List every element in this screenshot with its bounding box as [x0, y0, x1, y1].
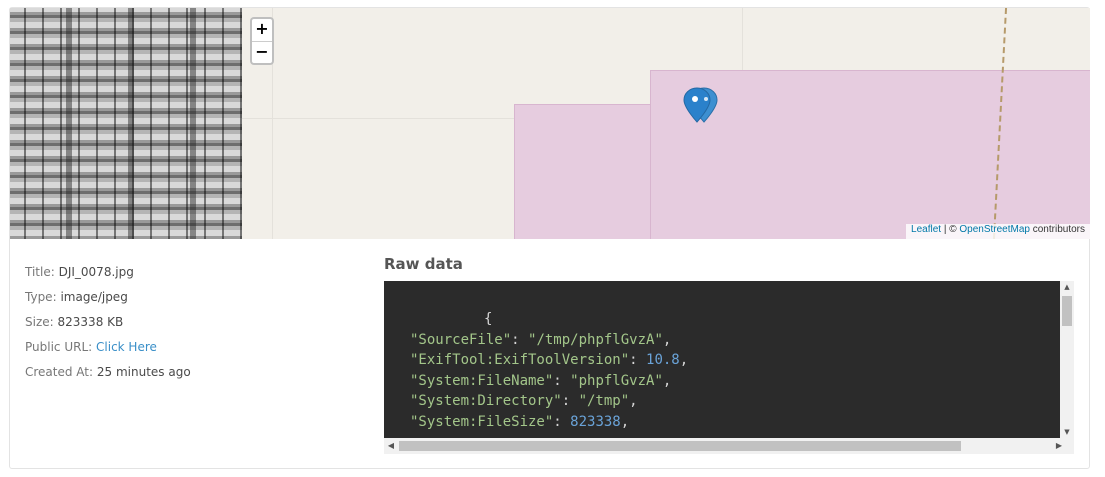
size-value: 823338 KB	[57, 315, 124, 329]
json-separator: :	[553, 413, 571, 430]
public-url-label: Public URL:	[25, 340, 93, 354]
vertical-scrollbar[interactable]: ▲ ▼	[1060, 281, 1074, 438]
location-map[interactable]: + − Leaflet | © OpenStreetMap contributo…	[242, 8, 1090, 239]
meta-title-row: Title: DJI_0078.jpg	[25, 260, 191, 285]
scroll-down-icon[interactable]: ▼	[1060, 426, 1074, 438]
raw-json-text: { "SourceFile": "/tmp/phpflGvzA", "ExifT…	[384, 309, 688, 432]
zoom-in-button[interactable]: +	[252, 19, 272, 41]
json-line: "ExifTool:ExifToolVersion": 10.8,	[410, 352, 689, 368]
map-landuse-zone	[514, 104, 654, 239]
image-thumbnail[interactable]	[10, 8, 242, 239]
raw-data-heading: Raw data	[384, 255, 463, 273]
json-value: "/tmp"	[578, 393, 630, 409]
json-separator: :	[553, 372, 571, 389]
json-open-brace: {	[484, 311, 493, 327]
json-value: "phpflGvzA"	[570, 372, 663, 389]
json-separator: :	[511, 331, 529, 348]
json-key: "ExifTool:ExifToolVersion"	[410, 352, 630, 368]
meta-created-row: Created At: 25 minutes ago	[25, 360, 191, 385]
title-label: Title:	[25, 265, 55, 279]
map-marker-icon[interactable]	[682, 86, 722, 126]
horizontal-scrollbar[interactable]: ◀ ▶	[384, 438, 1074, 454]
raw-data-code-block[interactable]: { "SourceFile": "/tmp/phpflGvzA", "ExifT…	[384, 281, 1074, 454]
created-at-value: 25 minutes ago	[96, 365, 191, 379]
json-key: "System:Directory"	[410, 393, 562, 409]
created-at-label: Created At:	[25, 365, 94, 379]
scroll-up-icon[interactable]: ▲	[1060, 281, 1074, 293]
json-line: "System:Directory": "/tmp",	[410, 393, 638, 409]
scroll-right-icon[interactable]: ▶	[1052, 438, 1066, 454]
json-line: "SourceFile": "/tmp/phpflGvzA",	[410, 331, 672, 348]
file-detail-card: + − Leaflet | © OpenStreetMap contributo…	[9, 7, 1090, 469]
size-label: Size:	[25, 315, 54, 329]
vertical-scroll-thumb[interactable]	[1062, 296, 1072, 326]
scroll-left-icon[interactable]: ◀	[384, 438, 398, 454]
json-value: 823338	[570, 413, 621, 430]
public-url-link[interactable]: Click Here	[96, 340, 157, 354]
zoom-out-button[interactable]: −	[252, 41, 272, 63]
meta-url-row: Public URL: Click Here	[25, 335, 191, 360]
zoom-control: + −	[250, 17, 274, 65]
map-attribution: Leaflet | © OpenStreetMap contributors	[906, 224, 1090, 239]
json-key: "System:FileSize"	[410, 413, 554, 430]
openstreetmap-link[interactable]: OpenStreetMap	[959, 224, 1030, 235]
horizontal-scroll-thumb[interactable]	[399, 441, 961, 451]
json-value: "/tmp/phpflGvzA"	[528, 331, 663, 348]
json-line: "System:FileName": "phpflGvzA",	[410, 372, 672, 389]
title-value: DJI_0078.jpg	[58, 265, 134, 279]
json-value: 10.8	[646, 352, 680, 368]
meta-size-row: Size: 823338 KB	[25, 310, 191, 335]
leaflet-link[interactable]: Leaflet	[911, 224, 941, 235]
meta-type-row: Type: image/jpeg	[25, 285, 191, 310]
json-line: "System:FileSize": 823338,	[410, 413, 630, 430]
type-value: image/jpeg	[60, 290, 128, 304]
attribution-separator: | ©	[941, 224, 960, 235]
file-metadata: Title: DJI_0078.jpg Type: image/jpeg Siz…	[25, 260, 191, 385]
json-key: "System:FileName"	[410, 372, 554, 389]
type-label: Type:	[25, 290, 57, 304]
json-separator: :	[629, 352, 647, 368]
json-key: "SourceFile"	[410, 331, 512, 348]
attribution-suffix: contributors	[1029, 224, 1085, 235]
json-separator: :	[561, 393, 579, 409]
